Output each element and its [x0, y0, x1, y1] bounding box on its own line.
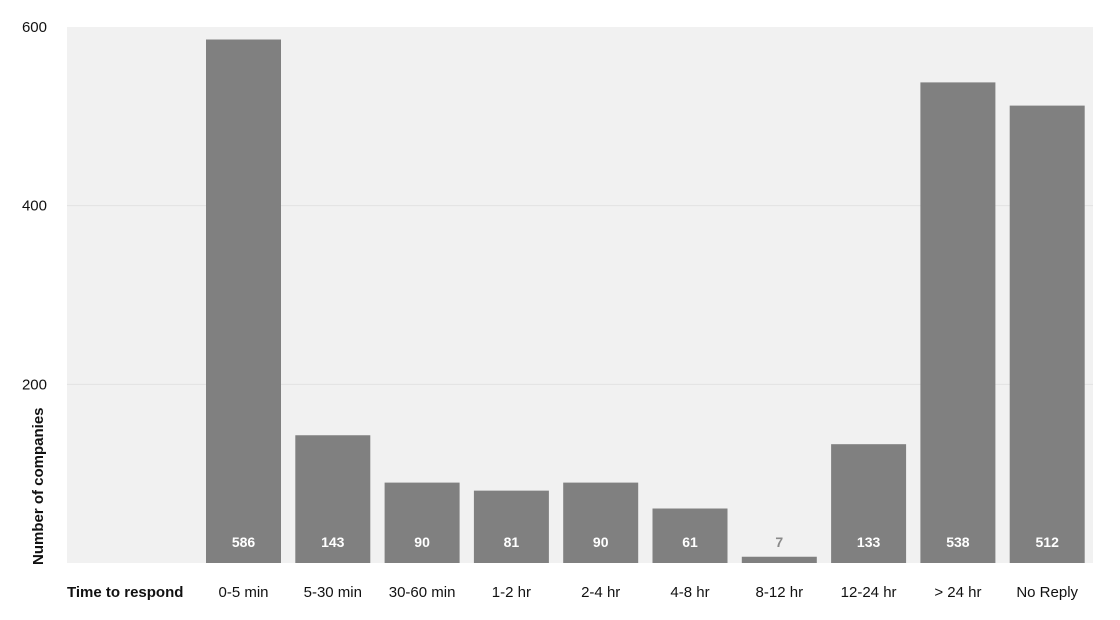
y-axis-ticks: 200 400 600 [22, 19, 47, 393]
bar-value-label: 586 [232, 534, 256, 550]
bar [920, 82, 996, 564]
x-axis-labels: 0-5 min 5-30 min 30-60 min 1-2 hr 2-4 hr 4-8 … [218, 584, 1078, 601]
x-tick-label: 5-30 min [304, 584, 362, 601]
x-tick-label: 2-4 hr [581, 584, 620, 601]
bar-value-label: 143 [321, 534, 345, 550]
x-tick-label: 1-2 hr [492, 584, 531, 601]
bar [741, 556, 817, 563]
bar-value-label: 133 [857, 534, 881, 550]
x-tick-label: 8-12 hr [756, 584, 804, 601]
x-tick-label: 12-24 hr [841, 584, 897, 601]
x-tick-label: 4-8 hr [670, 584, 709, 601]
bar-value-label: 90 [593, 534, 609, 550]
bar [473, 490, 549, 563]
y-tick-label: 200 [22, 376, 47, 393]
bar-value-label: 81 [504, 534, 520, 550]
x-tick-label: 0-5 min [218, 584, 268, 601]
x-tick-label: 30-60 min [389, 584, 456, 601]
bar-value-label: 90 [414, 534, 430, 550]
y-tick-label: 400 [22, 198, 47, 215]
bar [384, 482, 460, 563]
bar-value-label: 538 [946, 534, 970, 550]
y-tick-label: 600 [22, 19, 47, 36]
bar [1009, 105, 1085, 563]
x-tick-label: > 24 hr [934, 584, 981, 601]
bar-chart: 200 400 600 586 143 90 81 90 61 7 133 538 512 0-5 m… [22, 19, 1093, 601]
y-axis-title: Number of companies [30, 407, 47, 565]
bar [206, 39, 281, 564]
bar-value-label: 61 [682, 534, 698, 550]
bar [563, 482, 639, 563]
bar-value-label: 7 [775, 534, 783, 550]
bar-value-label: 512 [1036, 534, 1060, 550]
x-axis-title: Time to respond [67, 584, 183, 601]
x-tick-label: No Reply [1016, 584, 1078, 601]
